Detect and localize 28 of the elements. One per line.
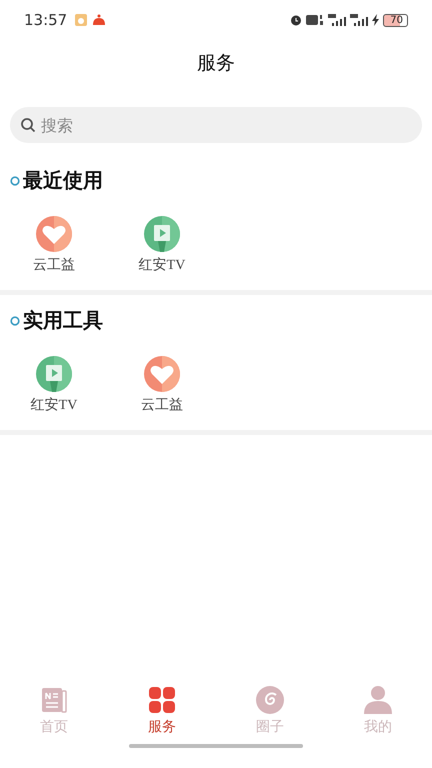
film-icon[interactable] [144,216,180,252]
signal-icon [328,14,346,26]
page-title: 服务 [197,51,235,76]
newspaper-icon [40,686,68,714]
spiral-icon [256,686,284,714]
notification-app-icon [92,13,106,27]
app-label: 云工益 [141,396,183,414]
signal-icon [350,14,368,26]
tab[interactable]: 首页 [0,686,108,736]
grid-icon [148,686,176,714]
tab[interactable]: 服务 [108,686,216,736]
app-label: 红安TV [30,396,78,414]
bullet-icon [10,176,20,186]
bullet-icon [10,316,20,326]
app-label: 红安TV [138,256,186,274]
section-title: 最近使用 [23,169,103,194]
search-field[interactable]: 搜索 [10,107,422,143]
film-icon[interactable] [36,356,72,392]
alarm-icon [290,14,302,26]
section-title: 实用工具 [23,308,103,334]
status-time: 13:57 [24,11,68,29]
tab[interactable]: 圈子 [216,686,324,736]
notification-app-icon [74,13,88,27]
battery-icon: 70 [383,14,408,26]
app-label: 云工益 [33,256,75,274]
charging-icon [372,14,380,26]
person-icon [363,686,393,714]
tab[interactable]: 我的 [324,686,432,736]
